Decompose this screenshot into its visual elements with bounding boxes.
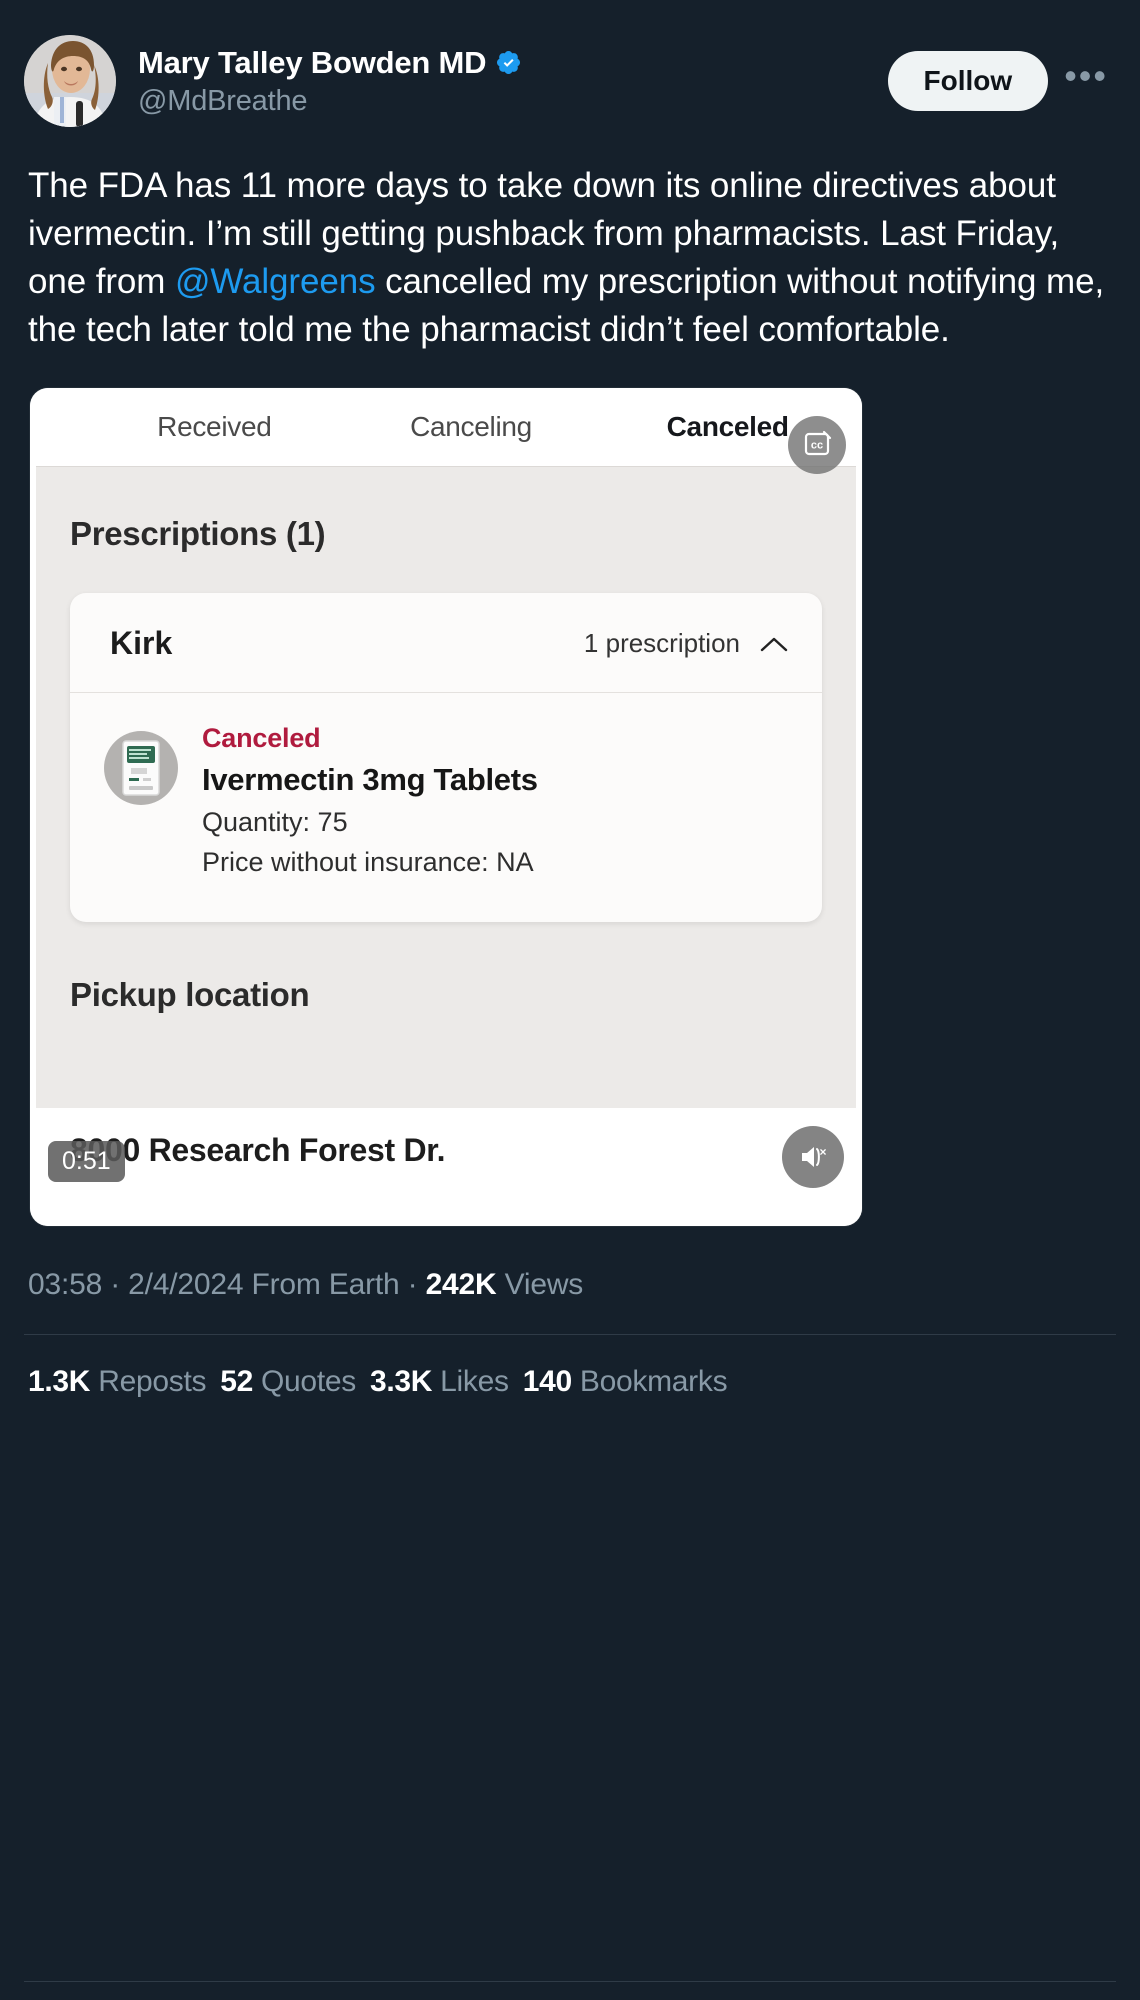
- engagement-stats-row: 1.3K Reposts 52 Quotes 3.3K Likes 140 Bookm…: [0, 1335, 1140, 1399]
- tweet-detail-page: Mary Talley Bowden MD @MdBreathe Follow …: [0, 0, 1140, 2000]
- display-name-row: Mary Talley Bowden MD: [138, 45, 888, 81]
- views-count: 242K: [425, 1268, 497, 1301]
- pharmacy-status-tabs: Received Canceling Canceled: [30, 388, 862, 466]
- tab-received[interactable]: Received: [86, 411, 343, 443]
- tweet-source: From Earth: [243, 1268, 400, 1301]
- patient-name: Kirk: [110, 625, 173, 661]
- account-handle: @MdBreathe: [138, 84, 308, 117]
- meta-separator-1: ·: [102, 1268, 129, 1301]
- reposts-label: Reposts: [98, 1365, 207, 1398]
- display-name: Mary Talley Bowden MD: [138, 44, 487, 80]
- closed-caption-icon[interactable]: cc: [788, 416, 846, 474]
- bookmarks-count: 140: [522, 1365, 572, 1398]
- quotes-count: 52: [220, 1365, 253, 1398]
- pickup-location-title: Pickup location: [70, 976, 310, 1013]
- tweet-text: The FDA has 11 more days to take down it…: [0, 140, 1140, 354]
- prescription-status-badge: Canceled: [202, 723, 321, 753]
- tweet-meta-row: 03:58 · 2/4/2024 From Earth · 242K Views: [0, 1226, 1140, 1302]
- muted-speaker-icon[interactable]: ×: [782, 1126, 844, 1188]
- prescriptions-section-title: Prescriptions (1): [70, 515, 326, 552]
- prescription-count-wrap: 1 prescription: [584, 628, 788, 659]
- prescription-price: Price without insurance: NA: [202, 847, 534, 877]
- svg-text:cc: cc: [811, 440, 823, 452]
- video-duration-label: 0:51: [48, 1140, 125, 1182]
- more-options-icon[interactable]: •••: [1064, 58, 1108, 95]
- prescription-quantity: Quantity: 75: [202, 807, 348, 837]
- prescription-detail: Canceled Ivermectin 3mg Tablets Quantity…: [202, 723, 788, 878]
- stat-bookmarks[interactable]: 140 Bookmarks: [523, 1365, 728, 1398]
- video-frame: Received Canceling Canceled Prescription…: [30, 388, 862, 1226]
- avatar[interactable]: [24, 35, 116, 127]
- bookmarks-label: Bookmarks: [579, 1365, 728, 1398]
- svg-text:×: ×: [819, 1145, 826, 1159]
- tweet-time: 03:58: [28, 1268, 103, 1301]
- verified-check-icon: [497, 50, 521, 75]
- stat-reposts[interactable]: 1.3K Reposts: [28, 1365, 206, 1398]
- quotes-label: Quotes: [261, 1365, 356, 1398]
- prescription-card-header[interactable]: Kirk 1 prescription: [70, 593, 822, 693]
- tweet-date: 2/4/2024: [128, 1268, 244, 1301]
- stat-likes[interactable]: 3.3K Likes: [370, 1365, 509, 1398]
- bottom-divider: [24, 1981, 1116, 1982]
- chevron-up-icon[interactable]: [760, 635, 788, 653]
- prescription-detail-row: Canceled Ivermectin 3mg Tablets Quantity…: [70, 693, 822, 922]
- prescription-count-label: 1 prescription: [583, 628, 740, 658]
- prescription-bottle-icon: [104, 731, 178, 805]
- tweet-header: Mary Talley Bowden MD @MdBreathe Follow …: [0, 0, 1140, 140]
- prescription-drug-name: Ivermectin 3mg Tablets: [202, 762, 538, 797]
- pharmacy-app-body: Prescriptions (1) Kirk 1 prescription Ca…: [36, 466, 856, 1184]
- meta-separator-2: ·: [399, 1268, 426, 1301]
- likes-count: 3.3K: [369, 1365, 433, 1398]
- likes-label: Likes: [440, 1365, 509, 1398]
- pickup-location-panel: 8000 Research Forest Dr.: [36, 1108, 856, 1184]
- pickup-address: 8000 Research Forest Dr.: [70, 1132, 446, 1168]
- account-name-block: Mary Talley Bowden MD @MdBreathe: [138, 45, 888, 118]
- stat-quotes[interactable]: 52 Quotes: [220, 1365, 356, 1398]
- tab-canceling[interactable]: Canceling: [343, 411, 600, 443]
- follow-button[interactable]: Follow: [887, 51, 1049, 111]
- prescription-card: Kirk 1 prescription Canceled Ivermectin …: [70, 593, 822, 922]
- reposts-count: 1.3K: [28, 1365, 91, 1398]
- mention-link-walgreens[interactable]: @Walgreens: [175, 262, 376, 301]
- tweet-media-video[interactable]: Received Canceling Canceled Prescription…: [30, 388, 862, 1226]
- views-label: Views: [496, 1268, 584, 1301]
